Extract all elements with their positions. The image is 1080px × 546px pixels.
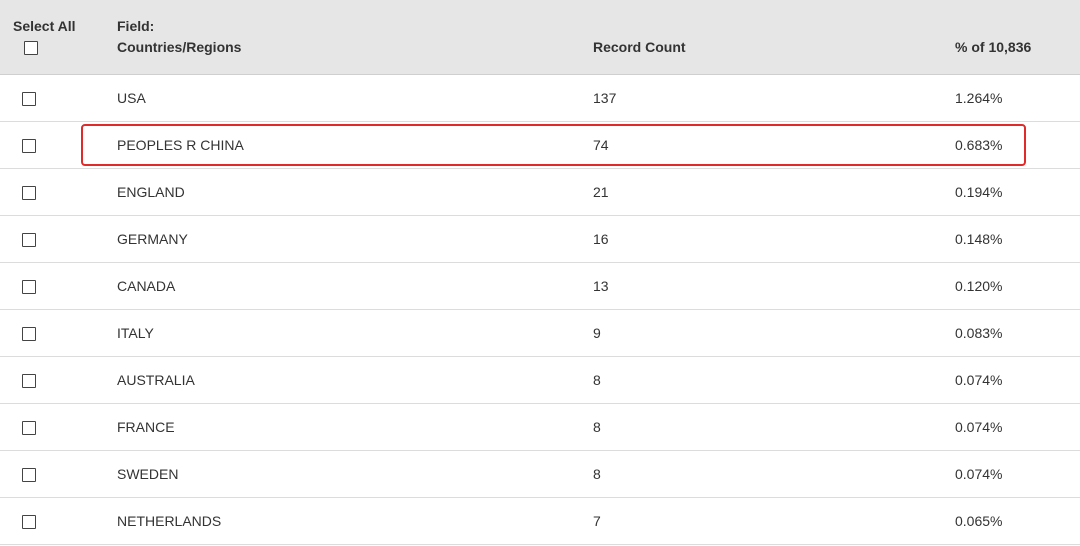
table-row: ITALY 9 0.083% bbox=[0, 310, 1080, 357]
record-count-cell: 8 bbox=[593, 466, 601, 482]
row-checkbox[interactable] bbox=[22, 374, 36, 388]
country-cell: CANADA bbox=[117, 278, 176, 294]
results-table: Select All Field: Countries/Regions Reco… bbox=[0, 0, 1080, 545]
percent-cell: 0.065% bbox=[955, 513, 1003, 529]
percent-cell: 0.120% bbox=[955, 278, 1003, 294]
table-row: ENGLAND 21 0.194% bbox=[0, 169, 1080, 216]
country-cell: NETHERLANDS bbox=[117, 513, 222, 529]
percent-cell: 0.074% bbox=[955, 419, 1003, 435]
percent-cell: 1.264% bbox=[955, 90, 1003, 106]
percent-cell: 0.083% bbox=[955, 325, 1003, 341]
row-checkbox[interactable] bbox=[22, 139, 36, 153]
row-checkbox[interactable] bbox=[22, 233, 36, 247]
row-checkbox[interactable] bbox=[22, 515, 36, 529]
percent-header[interactable]: % of 10,836 bbox=[955, 37, 1031, 57]
table-row: CANADA 13 0.120% bbox=[0, 263, 1080, 310]
percent-cell: 0.074% bbox=[955, 466, 1003, 482]
row-checkbox[interactable] bbox=[22, 92, 36, 106]
select-all-label: Select All bbox=[13, 18, 76, 34]
percent-cell: 0.074% bbox=[955, 372, 1003, 388]
row-checkbox[interactable] bbox=[22, 280, 36, 294]
table-row: USA 137 1.264% bbox=[0, 75, 1080, 122]
table-row: FRANCE 8 0.074% bbox=[0, 404, 1080, 451]
row-checkbox[interactable] bbox=[22, 468, 36, 482]
table-header: Select All Field: Countries/Regions Reco… bbox=[0, 0, 1080, 75]
country-cell: PEOPLES R CHINA bbox=[117, 137, 244, 153]
record-count-cell: 13 bbox=[593, 278, 609, 294]
country-cell: ITALY bbox=[117, 325, 154, 341]
select-all-checkbox[interactable] bbox=[24, 41, 38, 55]
row-checkbox[interactable] bbox=[22, 327, 36, 341]
field-label: Field: bbox=[117, 18, 155, 34]
row-checkbox[interactable] bbox=[22, 421, 36, 435]
record-count-cell: 8 bbox=[593, 372, 601, 388]
country-cell: FRANCE bbox=[117, 419, 175, 435]
country-cell: SWEDEN bbox=[117, 466, 179, 482]
percent-cell: 0.683% bbox=[955, 137, 1003, 153]
record-count-header[interactable]: Record Count bbox=[593, 37, 686, 57]
record-count-cell: 21 bbox=[593, 184, 609, 200]
table-row: GERMANY 16 0.148% bbox=[0, 216, 1080, 263]
country-cell: ENGLAND bbox=[117, 184, 185, 200]
percent-cell: 0.194% bbox=[955, 184, 1003, 200]
country-cell: AUSTRALIA bbox=[117, 372, 195, 388]
table-row: PEOPLES R CHINA 74 0.683% bbox=[0, 122, 1080, 169]
country-cell: USA bbox=[117, 90, 146, 106]
record-count-cell: 8 bbox=[593, 419, 601, 435]
record-count-cell: 9 bbox=[593, 325, 601, 341]
row-checkbox[interactable] bbox=[22, 186, 36, 200]
record-count-cell: 137 bbox=[593, 90, 617, 106]
record-count-cell: 16 bbox=[593, 231, 609, 247]
percent-cell: 0.148% bbox=[955, 231, 1003, 247]
table-row: AUSTRALIA 8 0.074% bbox=[0, 357, 1080, 404]
record-count-cell: 7 bbox=[593, 513, 601, 529]
field-name-header[interactable]: Countries/Regions bbox=[117, 37, 241, 57]
table-row: NETHERLANDS 7 0.065% bbox=[0, 498, 1080, 545]
record-count-cell: 74 bbox=[593, 137, 609, 153]
table-row: SWEDEN 8 0.074% bbox=[0, 451, 1080, 498]
country-cell: GERMANY bbox=[117, 231, 188, 247]
